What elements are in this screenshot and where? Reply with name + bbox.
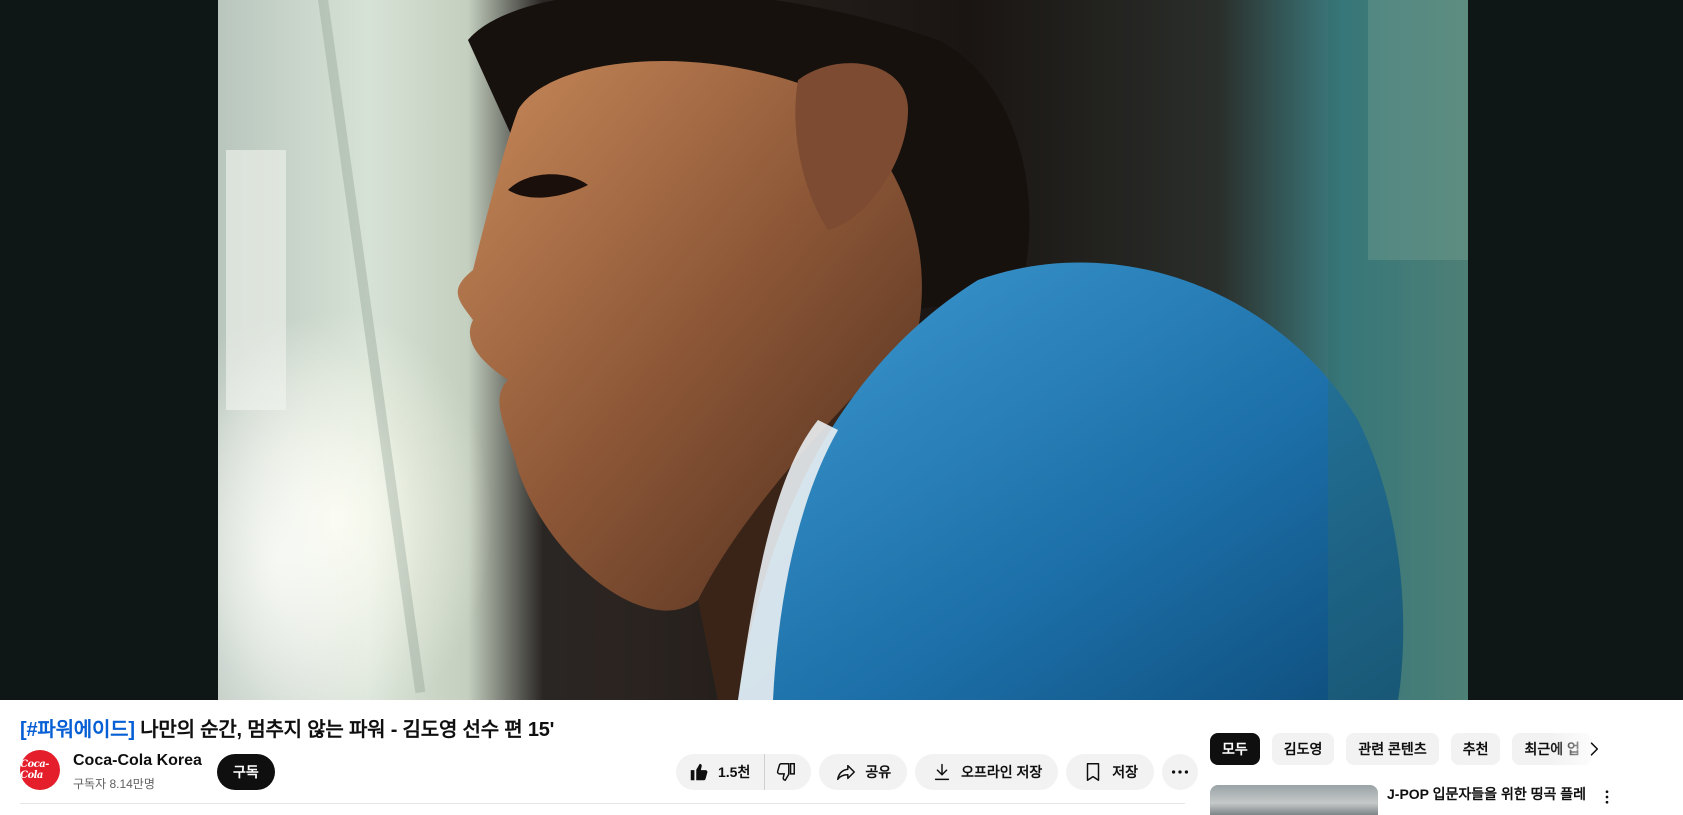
download-label: 오프라인 저장: [961, 764, 1043, 780]
like-dislike-group: 1.5천: [676, 754, 812, 790]
video-title-text: 나만의 순간, 멈추지 않는 파워 - 김도영 선수 편 15': [134, 719, 555, 741]
more-horizontal-icon: [1171, 770, 1189, 774]
save-button[interactable]: 저장: [1066, 754, 1155, 790]
subscribe-button[interactable]: 구독: [217, 754, 275, 790]
recommendation-title[interactable]: J-POP 입문자들을 위한 띵곡 플레: [1387, 784, 1587, 804]
chips-next-button[interactable]: [1578, 733, 1610, 765]
chevron-right-icon: [1590, 742, 1599, 756]
dislike-button[interactable]: [765, 754, 811, 790]
recommendation-item[interactable]: J-POP 입문자들을 위한 띵곡 플레: [1210, 783, 1670, 815]
hashtag-link[interactable]: [#파워에이드]: [20, 719, 135, 741]
coca-cola-logo: Coca-Cola: [20, 759, 49, 781]
chips-fade: [1550, 733, 1670, 765]
recommendation-menu-button[interactable]: [1597, 787, 1617, 807]
chip-related[interactable]: 관련 콘텐츠: [1346, 733, 1439, 765]
video-title: [#파워에이드] 나만의 순간, 멈추지 않는 파워 - 김도영 선수 편 15…: [20, 713, 554, 742]
channel-name[interactable]: Coca-Cola Korea: [73, 752, 202, 770]
recommendation-thumbnail[interactable]: [1210, 785, 1378, 815]
download-button[interactable]: 오프라인 저장: [915, 754, 1059, 790]
subscriber-count: 구독자 8.14만명: [73, 777, 155, 791]
download-icon: [934, 763, 950, 781]
more-actions-button[interactable]: [1162, 754, 1199, 790]
share-button[interactable]: 공유: [819, 754, 908, 790]
description-divider: [20, 803, 1185, 804]
bookmark-icon: [1087, 763, 1100, 781]
chip-recommended[interactable]: 추천: [1450, 733, 1501, 765]
video-still: [218, 0, 1468, 700]
channel-avatar[interactable]: Coca-Cola: [20, 750, 60, 790]
save-label: 저장: [1112, 764, 1139, 780]
thumbs-down-icon: [777, 763, 796, 782]
video-player[interactable]: [0, 0, 1683, 700]
video-frame[interactable]: [218, 0, 1468, 700]
action-bar: 1.5천 공유 오프라인 저장 저장: [676, 754, 1199, 790]
like-count: 1.5천: [718, 764, 751, 780]
chip-kim-doyoung[interactable]: 김도영: [1271, 733, 1335, 765]
like-button[interactable]: 1.5천: [676, 754, 766, 790]
share-label: 공유: [865, 764, 892, 780]
share-icon: [837, 764, 856, 781]
thumbs-up-icon: [690, 763, 708, 781]
chip-all[interactable]: 모두: [1210, 733, 1260, 765]
more-vertical-icon: [1605, 790, 1609, 804]
